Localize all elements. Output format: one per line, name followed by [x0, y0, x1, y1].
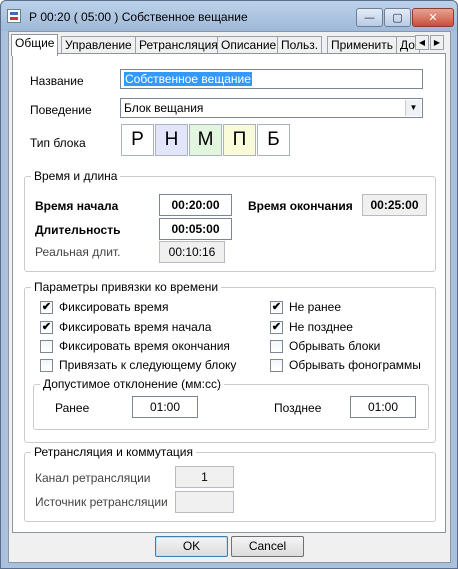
duration-label: Длительность — [35, 223, 121, 237]
checkbox-box[interactable]: ✔ — [40, 321, 53, 334]
dialog-client: Общие Управление Ретрансляция Описание П… — [8, 31, 451, 563]
checkbox-label: Не позднее — [289, 320, 353, 334]
ok-button[interactable]: OK — [155, 536, 228, 557]
deviation-legend: Допустимое отклонение (мм:сс) — [40, 377, 224, 391]
real-duration-label: Реальная длит. — [35, 245, 121, 259]
tab-strip: Общие Управление Ретрансляция Описание П… — [9, 34, 429, 56]
time-group-legend: Время и длина — [31, 169, 121, 183]
block-type-m[interactable]: М — [189, 124, 222, 156]
time-binding-group: Параметры привязки ко времени ✔ Фиксиров… — [24, 280, 436, 443]
checkbox-label: Фиксировать время окончания — [59, 339, 230, 353]
time-group: Время и длина Время начала 00:20:00 Врем… — [24, 169, 436, 272]
relay-channel-input: 1 — [175, 466, 234, 488]
deviation-group: Допустимое отклонение (мм:сс) Ранее 01:0… — [33, 377, 429, 430]
window-title: Р 00:20 ( 05:00 ) Собственное вещание — [29, 10, 248, 24]
checkbox-box[interactable] — [270, 359, 283, 372]
checkbox-label: Привязать к следующему блоку — [59, 358, 237, 372]
close-button[interactable]: ✕ — [412, 8, 454, 27]
tab-page-general: Название Собственное вещание Поведение Б… — [12, 53, 446, 533]
name-value: Собственное вещание — [124, 72, 252, 86]
earlier-input[interactable]: 01:00 — [132, 396, 198, 418]
tab-scroll-right-icon[interactable]: ▶ — [430, 35, 444, 50]
minimize-button[interactable]: — — [356, 8, 383, 27]
block-type-label: Тип блока — [30, 136, 86, 150]
tab-general[interactable]: Общие — [11, 34, 59, 56]
title-bar[interactable]: Р 00:20 ( 05:00 ) Собственное вещание — … — [1, 1, 457, 31]
earlier-label: Ранее — [55, 401, 90, 415]
block-type-p[interactable]: П — [223, 124, 256, 156]
relay-group: Ретрансляция и коммутация Канал ретрансл… — [24, 445, 436, 522]
name-input[interactable]: Собственное вещание — [120, 69, 423, 89]
behavior-label: Поведение — [30, 103, 92, 117]
checkbox-label: Фиксировать время начала — [59, 320, 212, 334]
behavior-value: Блок вещания — [124, 101, 204, 115]
cancel-button[interactable]: Cancel — [231, 536, 304, 557]
start-time-input[interactable]: 00:20:00 — [159, 194, 232, 216]
name-label: Название — [30, 74, 84, 88]
block-type-b[interactable]: Б — [257, 124, 290, 156]
time-binding-legend: Параметры привязки ко времени — [31, 280, 222, 294]
checkbox-box[interactable]: ✔ — [270, 301, 283, 314]
relay-source-label: Источник ретрансляции — [35, 495, 168, 509]
maximize-button[interactable]: ▢ — [384, 8, 411, 27]
dialog-window: Р 00:20 ( 05:00 ) Собственное вещание — … — [0, 0, 458, 569]
end-time-value: 00:25:00 — [362, 194, 427, 216]
block-type-selector: Р Н М П Б — [121, 124, 293, 158]
checkbox-box[interactable]: ✔ — [270, 321, 283, 334]
checkbox-label: Обрывать фонограммы — [289, 358, 421, 372]
duration-input[interactable]: 00:05:00 — [159, 218, 232, 240]
checkbox-box[interactable] — [40, 359, 53, 372]
checkbox-box[interactable] — [40, 340, 53, 353]
checkbox-box[interactable] — [270, 340, 283, 353]
block-type-n[interactable]: Н — [155, 124, 188, 156]
tab-scroll-left-icon[interactable]: ◀ — [415, 35, 429, 50]
checkbox-box[interactable]: ✔ — [40, 301, 53, 314]
checkbox-label: Обрывать блоки — [289, 339, 381, 353]
later-label: Позднее — [274, 401, 322, 415]
relay-channel-label: Канал ретрансляции — [35, 471, 151, 485]
block-type-r[interactable]: Р — [121, 124, 154, 156]
checkbox-label: Не ранее — [289, 300, 341, 314]
dropdown-arrow-icon[interactable]: ▼ — [405, 100, 421, 116]
later-input[interactable]: 01:00 — [350, 396, 416, 418]
relay-group-legend: Ретрансляция и коммутация — [31, 445, 196, 459]
app-icon — [7, 9, 21, 23]
start-time-label: Время начала — [35, 199, 119, 213]
end-time-label: Время окончания — [248, 199, 353, 213]
relay-source-input — [175, 491, 234, 513]
behavior-select[interactable]: Блок вещания ▼ — [120, 98, 423, 118]
real-duration-value: 00:10:16 — [159, 241, 225, 263]
checkbox-label: Фиксировать время — [59, 300, 169, 314]
